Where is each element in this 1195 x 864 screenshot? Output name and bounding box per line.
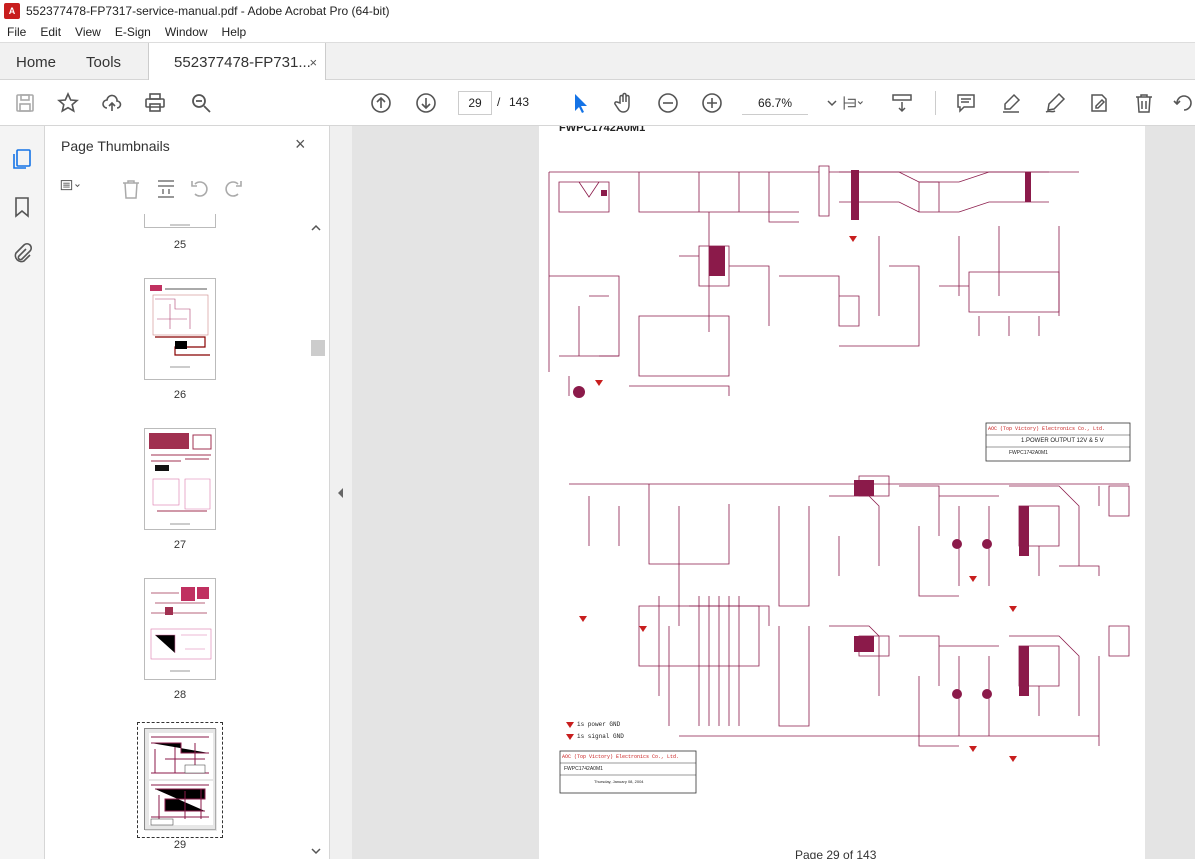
delete-page-icon[interactable]: [120, 178, 142, 200]
page-up-icon[interactable]: [369, 91, 393, 115]
menu-file[interactable]: File: [0, 25, 33, 39]
schematic-header: FWPC1742A0M1: [559, 126, 646, 134]
thumbnails-panel: Page Thumbnails × 25 26 27 28 29: [45, 126, 330, 859]
panel-close-icon[interactable]: ×: [295, 134, 306, 155]
delete-trash-icon[interactable]: [1132, 91, 1156, 115]
scroll-mode-icon[interactable]: [890, 91, 914, 115]
page-thumbnails-icon[interactable]: [11, 148, 33, 170]
scrollbar-thumb[interactable]: [311, 340, 325, 356]
tab-document[interactable]: 552377478-FP731... ×: [148, 43, 327, 81]
title-block-1-title: 1.POWER OUTPUT 12V & 5 V: [1021, 438, 1104, 444]
menu-bar: File Edit View E-Sign Window Help: [0, 22, 1195, 42]
save-icon[interactable]: [13, 91, 37, 115]
document-viewer[interactable]: FWPC1742A0M1 AOC (Top Victory) Electroni…: [352, 126, 1195, 859]
title-block-1-company: AOC (Top Victory) Electronics Co., Ltd.: [988, 426, 1106, 432]
tab-close-icon[interactable]: ×: [309, 55, 317, 70]
page-down-icon[interactable]: [414, 91, 438, 115]
thumbnail-label: 28: [173, 689, 187, 701]
window-title: 552377478-FP7317-service-manual.pdf - Ad…: [26, 4, 390, 18]
panel-title: Page Thumbnails: [61, 138, 170, 154]
thumbnail-page-28[interactable]: [144, 578, 216, 680]
thumbnail-label: 26: [173, 389, 187, 401]
menu-view[interactable]: View: [68, 25, 108, 39]
rotate-cw-icon[interactable]: [222, 178, 244, 200]
bookmarks-icon[interactable]: [11, 196, 33, 218]
page-fit-icon[interactable]: [838, 91, 868, 115]
menu-esign[interactable]: E-Sign: [108, 25, 158, 39]
zoom-in-icon[interactable]: [700, 91, 724, 115]
bookmark-star-icon[interactable]: [56, 91, 80, 115]
thumbnail-page-25[interactable]: [144, 214, 216, 228]
zoom-level-select[interactable]: 66.7%: [742, 91, 808, 115]
menu-window[interactable]: Window: [158, 25, 215, 39]
fill-sign-icon[interactable]: [1087, 91, 1111, 115]
page-footer-label: Page 29 of 143: [795, 848, 877, 859]
zoom-out-icon[interactable]: [656, 91, 680, 115]
zoom-search-icon[interactable]: [189, 91, 213, 115]
select-cursor-icon[interactable]: [568, 91, 592, 115]
print-icon[interactable]: [143, 91, 167, 115]
tab-document-label: 552377478-FP731...: [174, 53, 311, 71]
menu-help[interactable]: Help: [215, 25, 254, 39]
thumbnail-label: 25: [173, 239, 187, 251]
title-block-2-company: AOC (Top Victory) Electronics Co., Ltd.: [562, 754, 680, 760]
thumbnail-options-icon[interactable]: [60, 178, 82, 200]
thumbnail-page-29[interactable]: [144, 728, 217, 831]
thumbnail-tools: [60, 178, 320, 202]
title-block-2-date: Thursday, January 08, 2004: [594, 779, 644, 784]
tab-home[interactable]: Home: [0, 43, 72, 81]
rotate-icon[interactable]: [1172, 91, 1195, 115]
thumbnail-page-26[interactable]: [144, 278, 216, 380]
menu-edit[interactable]: Edit: [33, 25, 68, 39]
thumbnail-label: 27: [173, 539, 187, 551]
hand-tool-icon[interactable]: [612, 91, 636, 115]
left-rail: [0, 126, 45, 859]
sign-pen-icon[interactable]: [1043, 91, 1067, 115]
thumbnail-scrollbar[interactable]: [309, 222, 325, 859]
title-bar: A 552377478-FP7317-service-manual.pdf - …: [0, 0, 1195, 22]
comment-icon[interactable]: [954, 91, 978, 115]
highlight-pen-icon[interactable]: [999, 91, 1023, 115]
crop-pages-icon[interactable]: [155, 178, 177, 200]
thumbnail-label: 29: [173, 839, 187, 851]
page-number-input[interactable]: 29: [458, 91, 492, 115]
pdf-page: FWPC1742A0M1 AOC (Top Victory) Electroni…: [539, 126, 1145, 859]
legend-power-gnd: is power GND: [577, 721, 621, 728]
panel-splitter[interactable]: [330, 126, 352, 859]
rotate-ccw-icon[interactable]: [189, 178, 211, 200]
page-total: 143: [509, 95, 530, 109]
schematic-drawing: [548, 165, 1131, 794]
title-block-2-model: FWPC1742A0M1: [564, 766, 603, 772]
page-separator: /: [497, 95, 501, 109]
tab-bar: Home Tools 552377478-FP731... ×: [0, 42, 1195, 81]
thumbnail-page-27[interactable]: [144, 428, 216, 530]
attachments-paperclip-icon[interactable]: [11, 242, 33, 264]
tab-tools[interactable]: Tools: [72, 43, 135, 81]
toolbar-separator: [935, 91, 936, 115]
title-block-1-model: FWPC1742A0M1: [1009, 450, 1048, 456]
legend-signal-gnd: is signal GND: [577, 733, 624, 740]
acrobat-logo-icon: A: [4, 3, 20, 19]
toolbar: 29 / 143 66.7%: [0, 80, 1195, 126]
upload-cloud-icon[interactable]: [100, 91, 124, 115]
thumbnail-list: 25 26 27 28 29: [45, 214, 315, 859]
